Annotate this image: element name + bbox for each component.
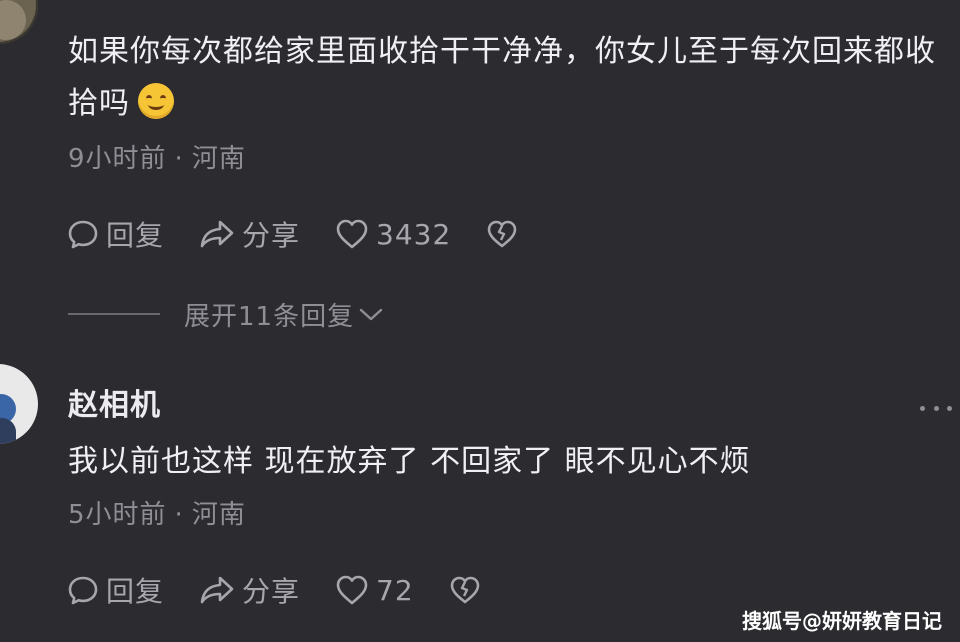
chevron-down-icon — [359, 308, 383, 321]
comment-2-share-button[interactable]: 分享 — [198, 570, 300, 610]
broken-heart-icon — [450, 576, 479, 604]
share-arrow-icon — [200, 220, 234, 248]
comment-2-meta: 5小时前 · 河南 — [68, 500, 246, 530]
comment-2-time: 5小时前 — [68, 500, 167, 530]
comment-1-like-count: 3432 — [376, 217, 452, 251]
heart-icon — [336, 219, 368, 249]
smiling-face-emoji-icon — [138, 83, 174, 119]
expand-replies-label: 展开11条回复 — [184, 301, 355, 332]
chat-bubble-icon — [68, 576, 98, 605]
comment-1-reply-label: 回复 — [106, 219, 165, 252]
comment-2-reply-button[interactable]: 回复 — [66, 570, 164, 610]
comment-1-actions: 回复 分享 3432 — [66, 214, 553, 254]
comment-1-avatar[interactable] — [0, 0, 38, 44]
comment-1-time: 9小时前 — [68, 144, 167, 174]
comment-2-reply-label: 回复 — [106, 575, 165, 608]
heart-icon — [336, 575, 368, 605]
comment-1-share-button[interactable]: 分享 — [198, 214, 300, 254]
share-arrow-icon — [200, 576, 234, 604]
watermark-text: 搜狐号@妍妍教育日记 — [742, 609, 942, 633]
comment-1-body: 如果你每次都给家里面收拾干干净净，你女儿至于每次回来都收拾吗 — [68, 26, 948, 130]
comment-2-actions: 回复 分享 72 — [66, 570, 516, 610]
broken-heart-icon — [487, 220, 517, 248]
comment-1-location: 河南 — [191, 144, 246, 174]
comment-1-meta: 9小时前 · 河南 — [68, 144, 246, 174]
comment-1-text: 如果你每次都给家里面收拾干干净净，你女儿至于每次回来都收拾吗 — [68, 34, 936, 121]
chat-bubble-icon — [68, 220, 98, 249]
comment-2-share-label: 分享 — [242, 575, 301, 608]
comment-2-author[interactable]: 赵相机 — [68, 380, 161, 424]
divider-line — [68, 313, 160, 315]
expand-replies-button[interactable]: 展开11条回复 — [68, 296, 384, 332]
comment-1-like-button[interactable]: 3432 — [334, 217, 451, 251]
comment-2-like-button[interactable]: 72 — [334, 573, 414, 607]
comment-2-text: 我以前也这样 现在放弃了 不回家了 眼不见心不烦 — [68, 444, 751, 479]
comment-1-dislike-button[interactable] — [485, 217, 519, 251]
comment-2-dislike-button[interactable] — [448, 573, 482, 607]
comment-2-avatar[interactable] — [0, 364, 38, 444]
comment-1-share-label: 分享 — [242, 219, 301, 252]
comment-2-location: 河南 — [191, 500, 246, 530]
comment-1-reply-button[interactable]: 回复 — [66, 214, 164, 254]
more-options-icon[interactable] — [920, 398, 952, 418]
comment-2-like-count: 72 — [376, 573, 414, 607]
